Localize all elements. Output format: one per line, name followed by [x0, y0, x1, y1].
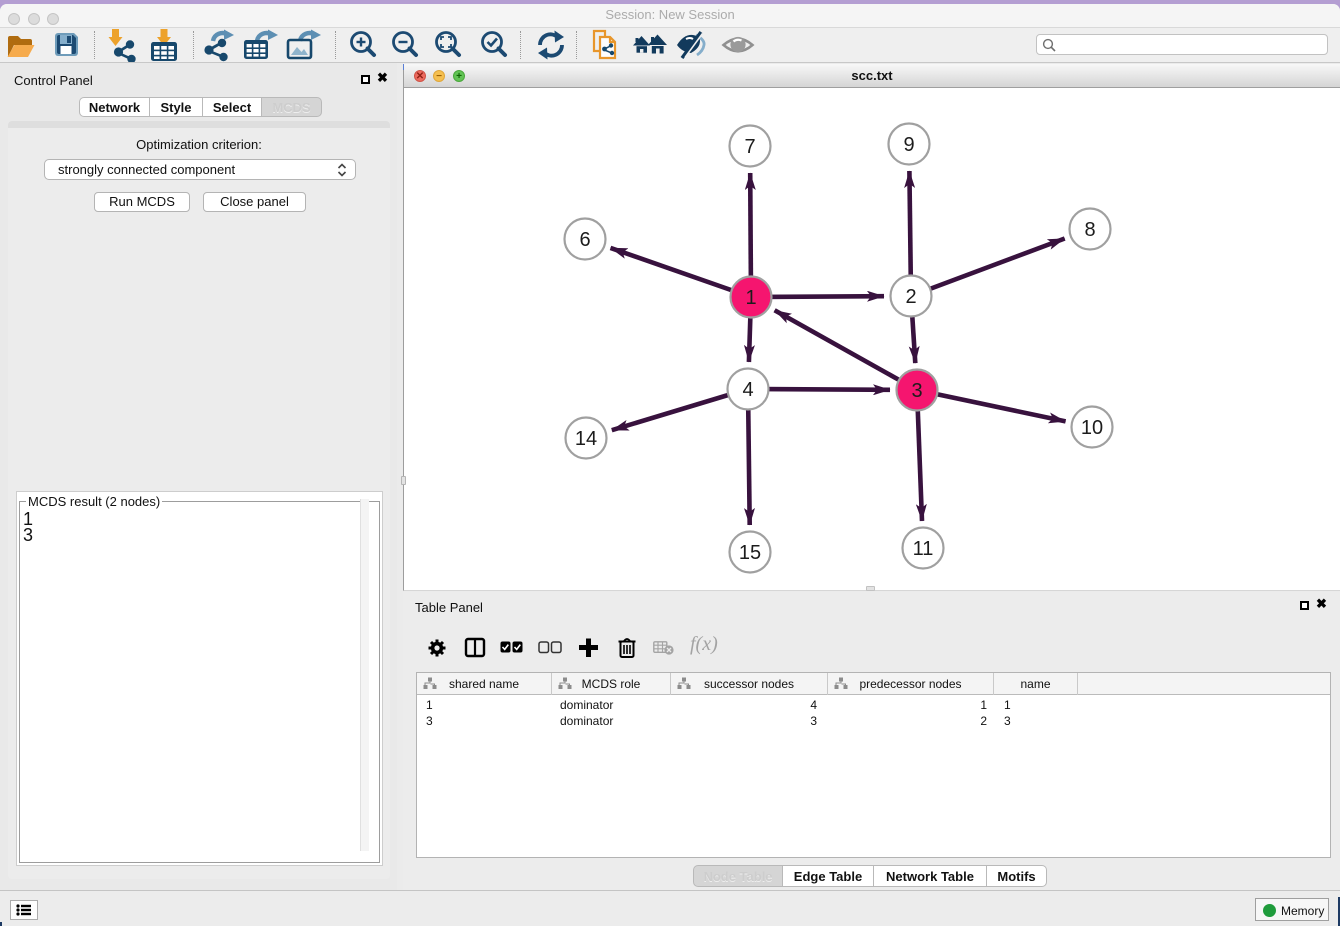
svg-text:11: 11 — [913, 538, 934, 560]
svg-text:15: 15 — [739, 542, 761, 564]
svg-text:14: 14 — [575, 428, 597, 450]
svg-text:6: 6 — [579, 229, 590, 251]
svg-text:7: 7 — [744, 136, 755, 158]
svg-text:3: 3 — [911, 380, 922, 402]
svg-text:8: 8 — [1084, 219, 1095, 241]
svg-text:10: 10 — [1081, 417, 1103, 439]
svg-text:4: 4 — [742, 379, 753, 401]
svg-text:1: 1 — [745, 287, 756, 309]
svg-text:9: 9 — [903, 134, 914, 156]
svg-text:2: 2 — [905, 286, 916, 308]
